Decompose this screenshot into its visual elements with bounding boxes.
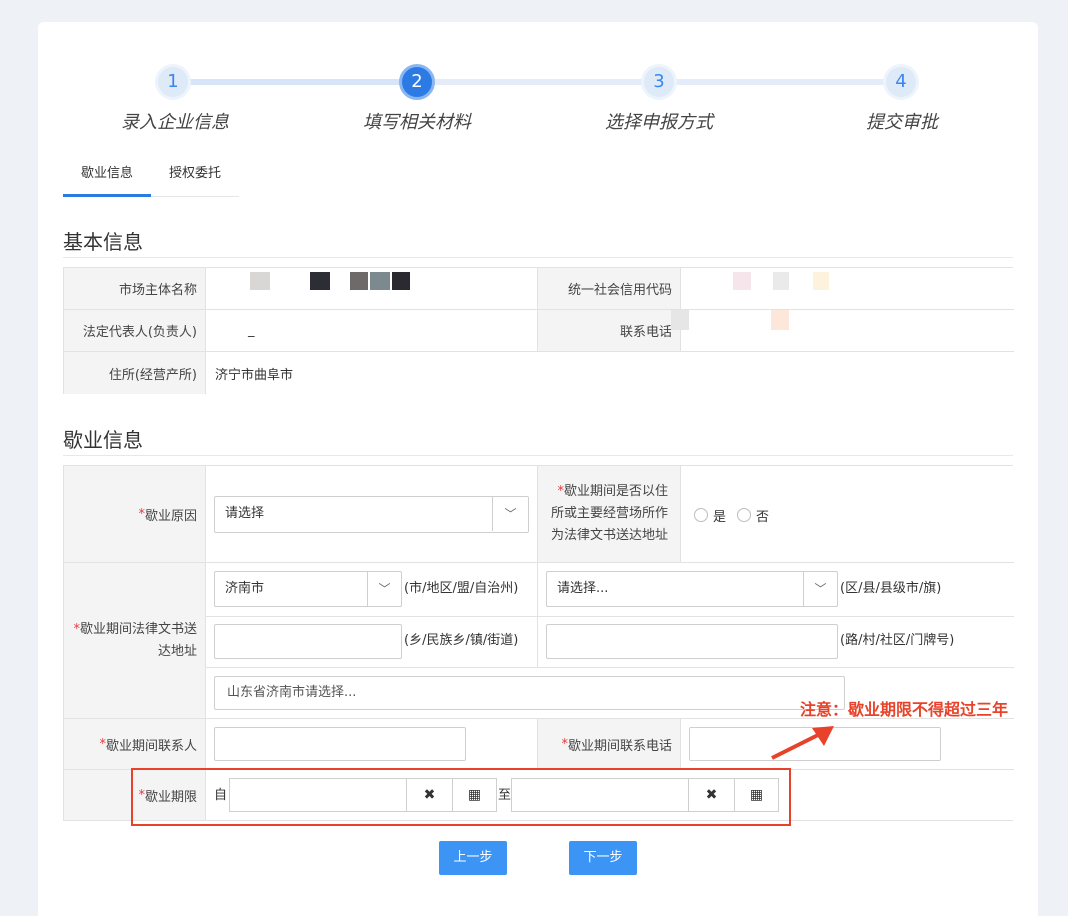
redacted-block	[370, 272, 390, 290]
redacted-block	[771, 310, 789, 330]
highlight-box	[131, 768, 791, 826]
redacted-block	[392, 272, 410, 290]
market-name-label: 市场主体名称	[64, 268, 206, 310]
radio-no[interactable]	[737, 508, 751, 522]
redacted-block	[773, 272, 789, 290]
suspend-info-divider	[63, 455, 1013, 456]
use-address-cell	[681, 466, 1014, 563]
market-name-value	[206, 268, 538, 310]
step-3-circle: 3	[641, 64, 677, 100]
phone-value	[671, 310, 1014, 352]
radio-yes[interactable]	[694, 508, 708, 522]
step-3-label: 选择申报方式	[605, 112, 713, 133]
redacted-block	[350, 272, 368, 290]
step-4-circle: 4	[883, 64, 919, 100]
redacted-block	[671, 310, 689, 330]
credit-code-label: 统一社会信用代码	[538, 268, 681, 310]
contact-label: * 歇业期间联系人	[64, 719, 206, 770]
road-input[interactable]	[546, 624, 838, 659]
basic-info-table: 市场主体名称 统一社会信用代码 法定代表人(负责人) _ 联系电话 住所(经营产…	[63, 267, 1014, 394]
stepper-progress	[173, 79, 417, 85]
road-hint: (路/村/社区/门牌号)	[840, 633, 955, 648]
legal-rep-value: _	[206, 310, 538, 352]
step-1-circle: 1	[155, 64, 191, 100]
full-address-input[interactable]: 山东省济南市请选择...	[214, 676, 845, 710]
contact-phone-label: * 歇业期间联系电话	[538, 719, 681, 770]
prev-step-button[interactable]: 上一步	[439, 841, 507, 875]
credit-code-value	[681, 268, 1014, 310]
next-step-button[interactable]: 下一步	[569, 841, 637, 875]
district-hint: (区/县/县级市/旗)	[840, 581, 942, 596]
annotation-note: 注意：歇业期限不得超过三年	[800, 702, 1009, 719]
contact-input[interactable]	[214, 727, 466, 761]
radio-no-label: 否	[756, 510, 770, 525]
use-address-label: *歇业期间是否以住所或主要经营场所作为法律文书送达地址	[538, 466, 681, 563]
town-hint: (乡/民族乡/镇/街道)	[404, 633, 519, 648]
suspend-info-title: 歇业信息	[63, 430, 143, 452]
redacted-block	[733, 272, 751, 290]
step-2-circle: 2	[399, 64, 435, 100]
chevron-down-icon: ﹀	[367, 572, 401, 606]
tab-suspend-info[interactable]: 歇业信息	[63, 155, 151, 197]
address-value: 济宁市曲阜市	[206, 352, 1014, 394]
reason-select[interactable]: 请选择 ﹀	[214, 496, 529, 533]
stepper: 1 2 3 4 录入企业信息 填写相关材料 选择申报方式 提交审批	[0, 0, 1068, 140]
chevron-down-icon: ﹀	[492, 497, 528, 531]
legal-rep-label: 法定代表人(负责人)	[64, 310, 206, 352]
step-4-label: 提交审批	[866, 112, 938, 133]
redacted-block	[250, 272, 270, 290]
redacted-block	[813, 272, 829, 290]
chevron-down-icon: ﹀	[803, 572, 837, 606]
radio-yes-label: 是	[713, 510, 727, 525]
tab-authorization[interactable]: 授权委托	[155, 155, 235, 197]
redacted-block	[310, 272, 330, 290]
district-select[interactable]: 请选择... ﹀	[546, 571, 838, 607]
address-label: 住所(经营产所)	[64, 352, 206, 394]
reason-label: * 歇业原因	[64, 466, 206, 563]
tab-bar: 歇业信息 授权委托	[63, 155, 239, 197]
step-1-label: 录入企业信息	[121, 112, 229, 133]
city-hint: (市/地区/盟/自治州)	[404, 581, 519, 596]
city-select[interactable]: 济南市 ﹀	[214, 571, 402, 607]
phone-label: 联系电话	[538, 310, 681, 352]
basic-info-divider	[63, 257, 1013, 258]
step-2-label: 填写相关材料	[363, 112, 471, 133]
service-address-label: *歇业期间法律文书送达地址	[64, 563, 206, 719]
arrow-icon	[771, 726, 834, 760]
basic-info-title: 基本信息	[63, 232, 143, 254]
town-input[interactable]	[214, 624, 402, 659]
